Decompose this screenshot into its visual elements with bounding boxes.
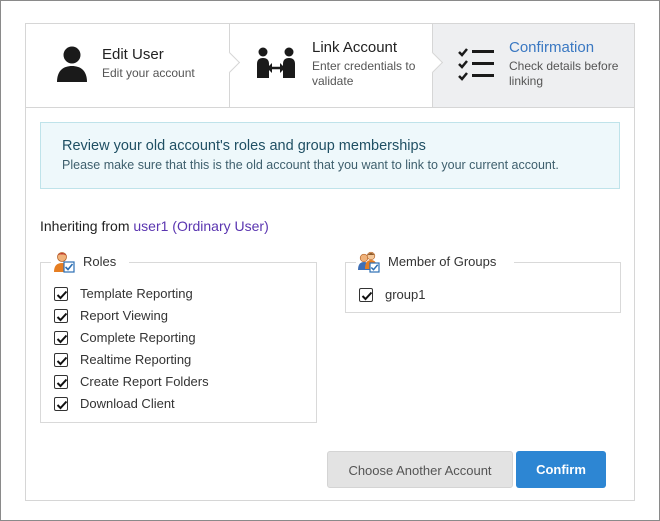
step-subtitle: Enter credentials to validate [312, 59, 416, 88]
group-checkbox[interactable] [359, 288, 373, 302]
check-icon [56, 378, 68, 388]
check-icon [361, 291, 373, 301]
step-confirmation[interactable]: Confirmation Check details before linkin… [432, 24, 634, 107]
role-checkbox[interactable] [54, 309, 68, 323]
review-info-box: Review your old account's roles and grou… [40, 122, 620, 189]
choose-another-account-button[interactable]: Choose Another Account [327, 451, 513, 488]
role-checkbox[interactable] [54, 331, 68, 345]
role-checkbox[interactable] [54, 287, 68, 301]
user-icon [57, 46, 87, 82]
roles-legend-label: Roles [83, 254, 117, 269]
step-title: Link Account [312, 39, 398, 56]
user-role-icon [54, 252, 75, 273]
role-label: Realtime Reporting [80, 352, 192, 367]
groups-legend: Member of Groups [356, 251, 514, 275]
wizard-steps: Edit User Edit your account Link Account… [26, 24, 634, 108]
link-account-dialog: Edit User Edit your account Link Account… [25, 23, 635, 501]
step-link-account[interactable]: Link Account Enter credentials to valida… [229, 24, 432, 107]
roles-fieldset: Roles Template Reporting Report Viewing … [40, 251, 317, 423]
step-subtitle: Check details before linking [509, 59, 619, 88]
step-edit-user[interactable]: Edit User Edit your account [26, 24, 229, 107]
role-label: Download Client [80, 396, 175, 411]
step-subtitle: Edit your account [102, 66, 195, 80]
user-group-icon [358, 251, 380, 273]
check-icon [56, 290, 68, 300]
role-label: Complete Reporting [80, 330, 196, 345]
check-icon [56, 334, 68, 344]
check-icon [56, 356, 68, 366]
role-checkbox[interactable] [54, 375, 68, 389]
step-title: Confirmation [509, 39, 595, 56]
role-label: Create Report Folders [80, 374, 209, 389]
info-text: Please make sure that this is the old ac… [62, 158, 559, 172]
inherited-user: user1 (Ordinary User) [133, 218, 269, 234]
role-checkbox[interactable] [54, 353, 68, 367]
inheriting-from: Inheriting from user1 (Ordinary User) [40, 218, 269, 234]
groups-legend-label: Member of Groups [388, 254, 497, 269]
role-checkbox[interactable] [54, 397, 68, 411]
group-label: group1 [385, 287, 426, 302]
role-label: Template Reporting [80, 286, 193, 301]
confirm-button[interactable]: Confirm [516, 451, 606, 488]
groups-fieldset: Member of Groups group1 [345, 251, 621, 313]
roles-legend: Roles [51, 251, 129, 275]
link-users-icon [257, 47, 295, 78]
check-icon [56, 312, 68, 322]
checklist-icon [458, 48, 494, 81]
inheriting-label: Inheriting from [40, 218, 130, 234]
info-title: Review your old account's roles and grou… [62, 138, 426, 154]
step-title: Edit User [102, 46, 164, 63]
role-label: Report Viewing [80, 308, 168, 323]
check-icon [56, 400, 68, 410]
